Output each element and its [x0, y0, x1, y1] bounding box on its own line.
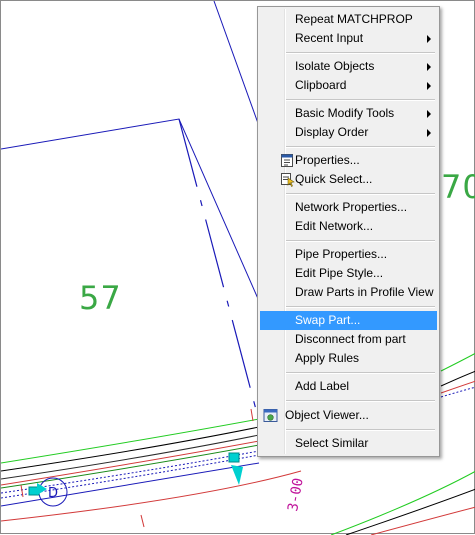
menu-item-label: Object Viewer... [285, 408, 369, 422]
menu-separator [286, 52, 435, 54]
quick-select-icon [281, 173, 295, 187]
menu-item-label: Apply Rules [295, 351, 360, 365]
road-centerline [1, 440, 260, 486]
menu-item-label: Disconnect from part [295, 332, 406, 346]
menu-separator [286, 400, 435, 402]
menu-item-label: Isolate Objects [295, 59, 375, 73]
menu-item-label: Draw Parts in Profile View [295, 285, 434, 299]
menu-item-swap-part[interactable]: Swap Part... [260, 311, 437, 330]
menu-item-disconnect-from-part[interactable]: Disconnect from part [260, 330, 437, 349]
pipe-end-marker[interactable] [37, 483, 47, 495]
menu-item-isolate-objects[interactable]: Isolate Objects [260, 57, 437, 76]
inlet-structure[interactable] [231, 465, 243, 485]
menu-item-label: Edit Network... [295, 219, 374, 233]
menu-separator [286, 372, 435, 374]
menu-item-display-order[interactable]: Display Order [260, 123, 437, 142]
properties-icon [281, 154, 293, 167]
property-line [1, 470, 302, 522]
object-viewer-icon [263, 409, 278, 422]
station-tick [250, 408, 254, 422]
submenu-arrow-icon [427, 82, 431, 90]
menu-item-edit-pipe-style[interactable]: Edit Pipe Style... [260, 264, 437, 283]
road-edge [1, 426, 260, 472]
menu-item-label: Network Properties... [295, 200, 408, 214]
menu-item-label: Basic Modify Tools [295, 106, 395, 120]
road-centerline [440, 380, 475, 394]
menu-item-clipboard[interactable]: Clipboard [260, 76, 437, 95]
menu-separator [286, 306, 435, 308]
menu-separator [286, 193, 435, 195]
parcel-label: 70 [441, 168, 475, 206]
parcel-line [213, 1, 260, 127]
menu-item-label: Swap Part... [295, 313, 361, 327]
menu-separator [286, 240, 435, 242]
parcel-dashed-line [178, 118, 260, 422]
menu-item-label: Recent Input [295, 31, 364, 45]
pipe-station-label: 3-00 [285, 477, 307, 513]
road-edge-green [1, 418, 260, 464]
menu-separator [286, 99, 435, 101]
station-tick [140, 514, 145, 528]
context-menu[interactable]: Repeat MATCHPROP Recent Input Isolate Ob… [257, 6, 440, 457]
menu-item-select-similar[interactable]: Select Similar [260, 434, 437, 453]
menu-item-repeat-matchprop[interactable]: Repeat MATCHPROP [260, 10, 437, 29]
pipe-line [1, 462, 260, 507]
menu-item-object-viewer[interactable]: Object Viewer... [260, 406, 437, 425]
menu-item-label: Repeat MATCHPROP [295, 12, 413, 26]
menu-item-edit-network[interactable]: Edit Network... [260, 217, 437, 236]
submenu-arrow-icon [427, 110, 431, 118]
menu-item-basic-modify-tools[interactable]: Basic Modify Tools [260, 104, 437, 123]
menu-item-label: Select Similar [295, 436, 369, 450]
menu-item-label: Properties... [295, 153, 360, 167]
submenu-arrow-icon [427, 129, 431, 137]
menu-item-add-label[interactable]: Add Label [260, 377, 437, 396]
inlet-structure[interactable] [228, 452, 240, 463]
structure-label: D [48, 486, 58, 501]
menu-item-network-properties[interactable]: Network Properties... [260, 198, 437, 217]
menu-item-label: Clipboard [295, 78, 347, 92]
menu-item-draw-parts-in-profile-view[interactable]: Draw Parts in Profile View [260, 283, 437, 302]
submenu-arrow-icon [427, 63, 431, 71]
menu-item-properties[interactable]: Properties... [260, 151, 437, 170]
road-edge [440, 370, 475, 387]
menu-item-pipe-properties[interactable]: Pipe Properties... [260, 245, 437, 264]
menu-item-label: Pipe Properties... [295, 247, 388, 261]
menu-item-label: Add Label [295, 379, 350, 393]
parcel-label: 57 [79, 279, 122, 317]
menu-item-apply-rules[interactable]: Apply Rules [260, 349, 437, 368]
menu-item-label: Quick Select... [295, 172, 373, 186]
road-edge-green [330, 470, 475, 535]
submenu-arrow-icon [427, 35, 431, 43]
menu-item-label: Display Order [295, 125, 369, 139]
menu-item-recent-input[interactable]: Recent Input [260, 29, 437, 48]
menu-separator [286, 146, 435, 148]
road-edge-green [1, 444, 260, 489]
road-edge-green [440, 352, 475, 372]
menu-item-label: Edit Pipe Style... [295, 266, 384, 280]
pipe-line [440, 386, 475, 398]
menu-item-quick-select[interactable]: Quick Select... [260, 170, 437, 189]
menu-separator [286, 429, 435, 431]
